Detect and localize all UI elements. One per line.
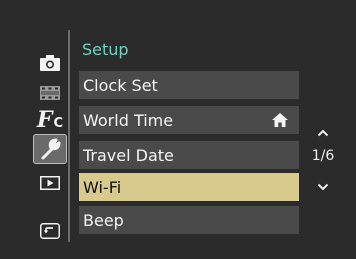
playback-icon[interactable] bbox=[34, 170, 66, 196]
menu-item-beep[interactable]: Beep bbox=[79, 206, 299, 234]
menu-title: Setup bbox=[82, 40, 129, 59]
menu-item-label: Clock Set bbox=[83, 75, 158, 95]
movie-icon[interactable] bbox=[34, 80, 66, 106]
camera-icon[interactable] bbox=[34, 50, 66, 76]
menu-item-label: World Time bbox=[83, 110, 174, 130]
custom-function-letter: F bbox=[36, 107, 53, 133]
page-indicator: 1/6 bbox=[311, 148, 335, 164]
menu-item-clock-set[interactable]: Clock Set bbox=[79, 71, 299, 99]
menu-item-wifi[interactable]: Wi-Fi bbox=[79, 173, 299, 201]
home-icon bbox=[271, 112, 289, 132]
menu-item-travel-date[interactable]: Travel Date bbox=[79, 141, 299, 169]
camera-menu-screen: FC Setup Clock Set World Time Travel Dat… bbox=[0, 0, 356, 259]
page-up-chevron-icon[interactable] bbox=[306, 122, 340, 141]
sidebar-divider bbox=[68, 30, 70, 242]
custom-function-sub: C bbox=[53, 116, 64, 131]
back-icon[interactable] bbox=[34, 218, 66, 244]
wrench-setup-icon[interactable] bbox=[33, 134, 67, 164]
menu-item-world-time[interactable]: World Time bbox=[79, 106, 299, 134]
menu-item-label: Wi-Fi bbox=[83, 177, 122, 197]
menu-item-label: Travel Date bbox=[83, 145, 174, 165]
custom-function-icon[interactable]: FC bbox=[34, 107, 66, 133]
page-down-chevron-icon[interactable] bbox=[306, 176, 340, 195]
menu-item-label: Beep bbox=[83, 210, 124, 230]
